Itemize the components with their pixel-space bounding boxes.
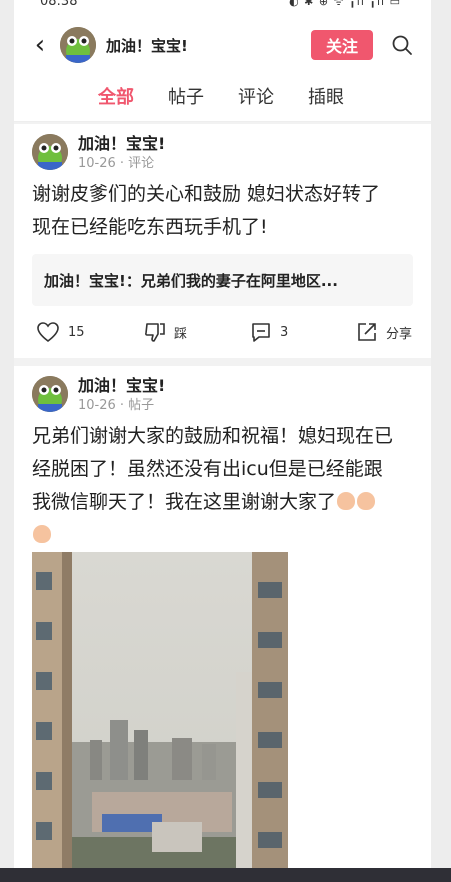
dislike-button[interactable]: 踩: [144, 321, 187, 343]
post-line-4: [32, 519, 413, 552]
search-icon[interactable]: [391, 34, 413, 56]
praying-hands-emoji: [33, 524, 51, 543]
tab-bookmarks[interactable]: 插眼: [308, 83, 344, 109]
tab-all[interactable]: 全部: [98, 83, 134, 109]
share-label: 分享: [386, 326, 413, 342]
post-line-1: 兄弟们谢谢大家的鼓励和祝福！媳妇现在已: [32, 425, 394, 447]
action-bar: 15 踩 3 分享: [14, 312, 431, 352]
comment-icon: [252, 323, 270, 342]
follow-button[interactable]: 关注: [311, 30, 373, 60]
avatar[interactable]: [32, 134, 68, 170]
back-arrow-icon[interactable]: ‹: [20, 20, 60, 70]
quoted-post[interactable]: 加油！宝宝!：兄弟们我的妻子在阿里地区...: [32, 254, 413, 306]
dislike-icon: [145, 323, 165, 342]
like-icon: [37, 322, 59, 343]
post-photo[interactable]: [32, 552, 288, 868]
filter-tabs: 全部 帖子 评论 插眼: [14, 70, 431, 122]
post-line-3: 我微信聊天了！我在这里谢谢大家了: [32, 486, 413, 519]
card-meta: 10-26 · 评论: [78, 156, 155, 171]
card-user-row: 加油！宝宝! 10-26 · 帖子: [14, 366, 431, 416]
share-button[interactable]: 分享: [356, 321, 412, 343]
comment-card[interactable]: 加油！宝宝! 10-26 · 评论 谢谢皮爹们的关心和鼓励 媳妇状态好转了 现在…: [14, 124, 431, 358]
tab-posts[interactable]: 帖子: [168, 83, 204, 109]
praying-hands-emoji: [337, 491, 356, 510]
share-icon: [358, 323, 376, 341]
post-card[interactable]: 加油！宝宝! 10-26 · 帖子 兄弟们谢谢大家的鼓励和祝福！媳妇现在已 经脱…: [14, 366, 431, 868]
status-icons: ◐ ✱ ⊕ ᯤ ╻ıl ╻ıl ▭: [289, 0, 401, 8]
card-username[interactable]: 加油！宝宝!: [78, 376, 165, 396]
card-username[interactable]: 加油！宝宝!: [78, 134, 165, 154]
praying-hands-emoji: [357, 491, 376, 510]
status-bar: 08:38 ◐ ✱ ⊕ ᯤ ╻ıl ╻ıl ▭: [14, 0, 431, 20]
tab-comments[interactable]: 评论: [238, 83, 274, 109]
comment-button[interactable]: 3: [250, 321, 288, 343]
dislike-label: 踩: [174, 326, 188, 342]
card-meta: 10-26 · 帖子: [78, 398, 155, 413]
header-avatar[interactable]: [60, 27, 96, 63]
post-text: 兄弟们谢谢大家的鼓励和祝福！媳妇现在已 经脱困了！虽然还没有出icu但是已经能跟…: [14, 416, 431, 552]
like-button[interactable]: 15: [36, 321, 85, 343]
comment-line-2: 现在已经能吃东西玩手机了!: [32, 216, 268, 238]
system-bottom-bar: [0, 868, 451, 882]
comment-line-1: 谢谢皮爹们的关心和鼓励 媳妇状态好转了: [32, 183, 381, 205]
comment-count: 3: [280, 324, 289, 340]
avatar[interactable]: [32, 376, 68, 412]
comment-text: 谢谢皮爹们的关心和鼓励 媳妇状态好转了 现在已经能吃东西玩手机了!: [14, 174, 431, 244]
header-username[interactable]: 加油！宝宝!: [106, 35, 311, 56]
top-bar: ‹ 加油！宝宝! 关注: [14, 20, 431, 70]
post-line-2: 经脱困了！虽然还没有出icu但是已经能跟: [32, 458, 383, 480]
like-count: 15: [68, 324, 85, 340]
phone-screen: 08:38 ◐ ✱ ⊕ ᯤ ╻ıl ╻ıl ▭ ‹ 加油！宝宝! 关注 全部 帖…: [14, 0, 431, 868]
status-time: 08:38: [40, 0, 78, 9]
card-user-row: 加油！宝宝! 10-26 · 评论: [14, 124, 431, 174]
